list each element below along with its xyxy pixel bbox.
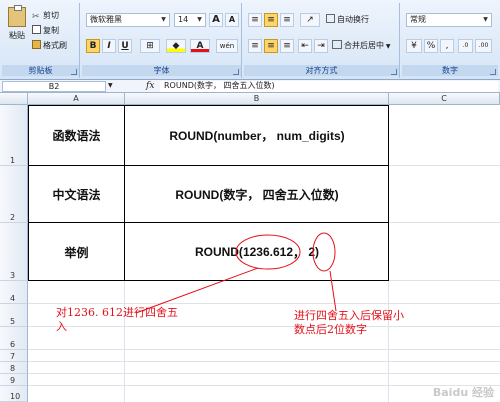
watermark-logo: Baidu 经验 bbox=[432, 386, 494, 399]
annotation-right: 进行四舍五入后保留小 数点后2位数字 bbox=[294, 309, 404, 336]
number-circle bbox=[235, 234, 301, 270]
right-pointer-line bbox=[329, 270, 337, 312]
digits-circle bbox=[312, 232, 336, 272]
annotation-left: 对1236. 612进行四舍五 入 bbox=[56, 306, 178, 333]
annotation-overlay bbox=[135, 232, 337, 314]
